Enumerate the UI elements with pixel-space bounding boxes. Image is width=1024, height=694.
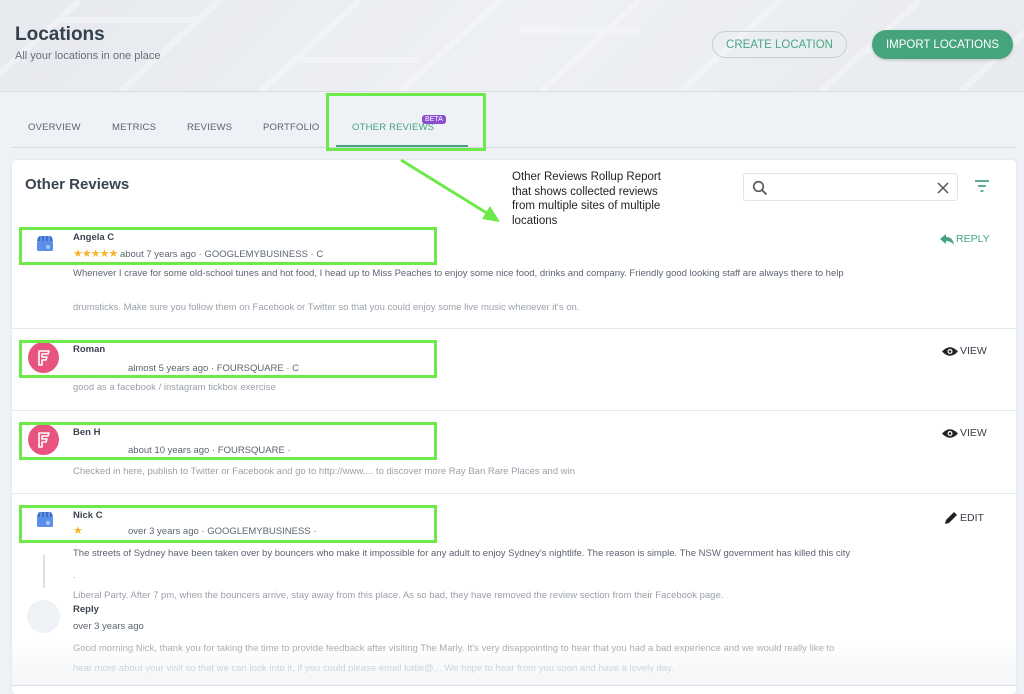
view-button[interactable]: VIEW — [942, 345, 987, 357]
page-header: Locations All your locations in one plac… — [0, 0, 1024, 92]
other-reviews-panel: Other Reviews Angela C ★★★★★ about 7 yea… — [12, 160, 1016, 694]
edit-button[interactable]: EDIT — [945, 511, 984, 524]
eye-icon — [942, 346, 958, 356]
rating-stars: ★ — [73, 525, 83, 537]
search-input[interactable] — [743, 173, 958, 201]
reply-thread-line — [43, 555, 45, 588]
review-author: Nick C — [73, 510, 103, 521]
search-icon — [752, 180, 768, 196]
page-title: Locations — [15, 24, 105, 45]
scroll-fade — [12, 640, 1016, 685]
rating-stars: ★★★★★ — [73, 248, 118, 260]
tab-bar — [12, 93, 1016, 148]
reply-button[interactable]: REPLY — [940, 233, 990, 245]
filter-icon[interactable] — [974, 179, 990, 193]
panel-title: Other Reviews — [25, 176, 130, 193]
reply-icon — [940, 233, 954, 245]
google-my-business-icon — [37, 512, 53, 527]
close-icon[interactable] — [936, 181, 950, 195]
review-meta: ★★★★★ about 7 years ago · GOOGLEMYBUSINE… — [73, 247, 323, 260]
review-author: Ben H — [73, 427, 101, 438]
tab-overview[interactable]: OVERVIEW — [28, 122, 81, 133]
review-text: Checked in here, publish to Twitter or F… — [73, 466, 575, 477]
reply-heading: Reply — [73, 604, 99, 615]
beta-badge: BETA — [422, 115, 446, 124]
review-meta: almost 5 years ago · FOURSQUARE · C — [128, 363, 300, 374]
foursquare-icon — [28, 424, 59, 455]
review-text: good as a facebook / instagram tickbox e… — [73, 382, 276, 393]
annotation-text: Other Reviews Rollup Report that shows c… — [512, 171, 661, 227]
create-location-button[interactable]: CREATE LOCATION — [712, 31, 847, 58]
tab-reviews[interactable]: REVIEWS — [187, 122, 232, 133]
tab-other-reviews[interactable]: OTHER REVIEWS — [352, 122, 434, 133]
tab-metrics[interactable]: METRICS — [112, 122, 156, 133]
review-item: Roman almost 5 years ago · FOURSQUARE · … — [12, 329, 1016, 411]
edit-label: EDIT — [960, 511, 984, 524]
eye-icon — [942, 428, 958, 438]
view-label: VIEW — [960, 427, 987, 439]
review-item: Ben H about 10 years ago · FOURSQUARE · … — [12, 411, 1016, 494]
import-locations-button[interactable]: IMPORT LOCATIONS — [872, 30, 1013, 59]
review-author: Angela C — [73, 232, 115, 243]
review-meta: over 3 years ago · GOOGLEMYBUSINESS · — [128, 526, 317, 537]
reply-avatar — [27, 600, 60, 633]
review-meta: about 10 years ago · FOURSQUARE · — [128, 445, 291, 456]
header-pattern — [0, 0, 1024, 91]
google-my-business-icon — [37, 236, 53, 251]
review-text-continued: Liberal Party. After 7 pm, when the boun… — [73, 590, 724, 601]
page-subtitle: All your locations in one place — [15, 50, 161, 62]
pencil-icon — [945, 512, 957, 524]
review-text: Whenever I crave for some old-school tun… — [73, 268, 844, 279]
review-item: Angela C ★★★★★ about 7 years ago · GOOGL… — [12, 220, 1016, 329]
reply-time: over 3 years ago — [73, 621, 144, 632]
view-button[interactable]: VIEW — [942, 427, 987, 439]
foursquare-icon — [28, 342, 59, 373]
active-tab-indicator — [336, 145, 468, 147]
review-meta-text: about 7 years ago · GOOGLEMYBUSINESS · C — [119, 249, 324, 260]
review-text: The streets of Sydney have been taken ov… — [73, 548, 851, 559]
review-text-continued: drumsticks. Make sure you follow them on… — [73, 302, 580, 313]
tab-portfolio[interactable]: PORTFOLIO — [263, 122, 320, 133]
view-label: VIEW — [960, 345, 987, 357]
review-text-continued: . — [73, 570, 76, 581]
panel-bottom-border — [12, 685, 1016, 686]
reply-label: REPLY — [956, 233, 990, 245]
review-author: Roman — [73, 344, 106, 355]
